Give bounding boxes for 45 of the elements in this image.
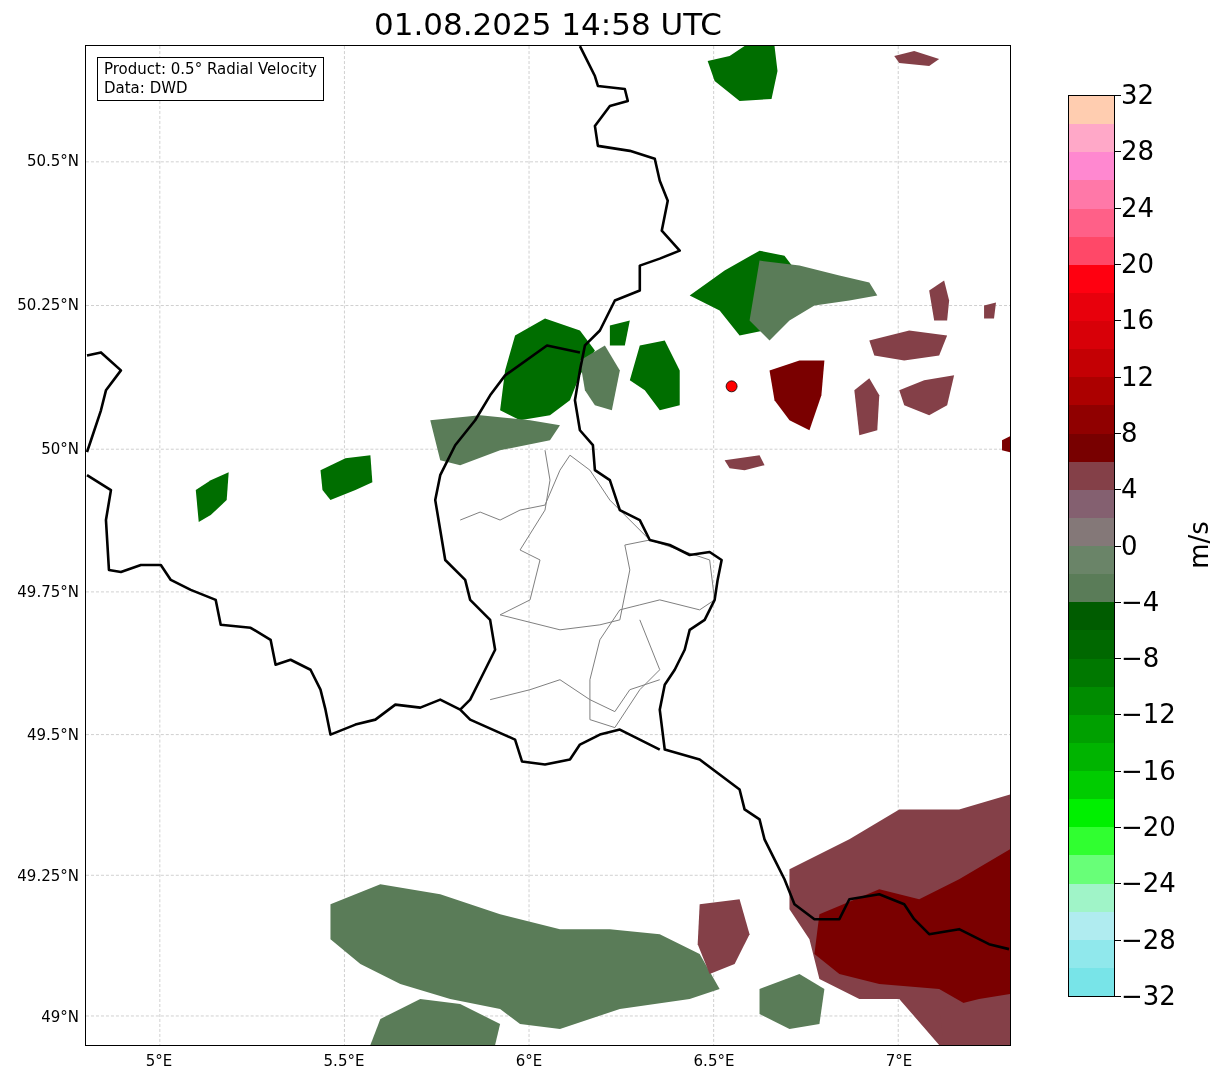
colorbar-tick-label: 4 xyxy=(1121,474,1138,505)
radar-echo xyxy=(769,360,825,431)
axis-tick-label: 50°N xyxy=(40,440,79,458)
colorbar-tick-label: 32 xyxy=(1121,80,1155,110)
radar-echo xyxy=(854,378,880,436)
radar-echo xyxy=(984,302,997,319)
axis-tick-label: 49°N xyxy=(40,1008,79,1026)
axis-tick-label: 6°E xyxy=(514,1052,544,1070)
colorbar-tick-label: −32 xyxy=(1121,981,1176,1011)
legend-text: Data: DWD xyxy=(104,79,189,98)
radar-echo xyxy=(929,280,950,321)
colorbar-tick-label: −4 xyxy=(1121,586,1160,617)
axis-tick-label: 50.5°N xyxy=(25,152,79,170)
radar-echo xyxy=(320,455,373,501)
radar-echo xyxy=(894,51,940,67)
colorbar-tick-label: 24 xyxy=(1121,192,1155,223)
legend-text: Product: 0.5° Radial Velocity xyxy=(104,60,317,79)
colorbar-label: m/s xyxy=(1183,521,1214,569)
colorbar-tick-label: 12 xyxy=(1121,361,1155,392)
axis-tick-label: 5.5°E xyxy=(322,1052,366,1070)
radar-echo xyxy=(724,455,765,471)
colorbar-tick-label: −12 xyxy=(1121,699,1176,730)
colorbar-tick-label: 28 xyxy=(1121,136,1155,167)
colorbar-tick-label: −20 xyxy=(1121,812,1176,843)
chart-title: 01.08.2025 14:58 UTC xyxy=(373,5,723,44)
axis-tick-label: 7°E xyxy=(884,1052,914,1070)
colorbar-tick-label: −16 xyxy=(1121,755,1176,786)
colorbar-tick-label: 20 xyxy=(1121,248,1155,279)
radar-echo xyxy=(707,46,778,101)
axis-tick-label: 49.25°N xyxy=(16,867,79,885)
axis-tick-label: 5°E xyxy=(144,1052,174,1070)
colorbar-tick-label: −8 xyxy=(1121,643,1160,674)
axis-tick-label: 50.25°N xyxy=(16,296,79,314)
colorbar-tick-label: 0 xyxy=(1121,530,1138,561)
axis-tick-label: 49.5°N xyxy=(25,726,79,744)
axis-tick-label: 49.75°N xyxy=(16,583,79,601)
radar-site-marker xyxy=(725,380,738,393)
colorbar-tick-label: −24 xyxy=(1121,868,1176,899)
radar-echo xyxy=(1002,436,1010,453)
radar-echo xyxy=(195,472,229,523)
axis-tick-label: 6.5°E xyxy=(692,1052,736,1070)
radar-echo xyxy=(899,375,955,416)
colorbar-tick-label: 16 xyxy=(1121,305,1155,336)
colorbar-tick-label: 8 xyxy=(1121,417,1138,448)
colorbar-tick-label: −28 xyxy=(1121,924,1176,955)
